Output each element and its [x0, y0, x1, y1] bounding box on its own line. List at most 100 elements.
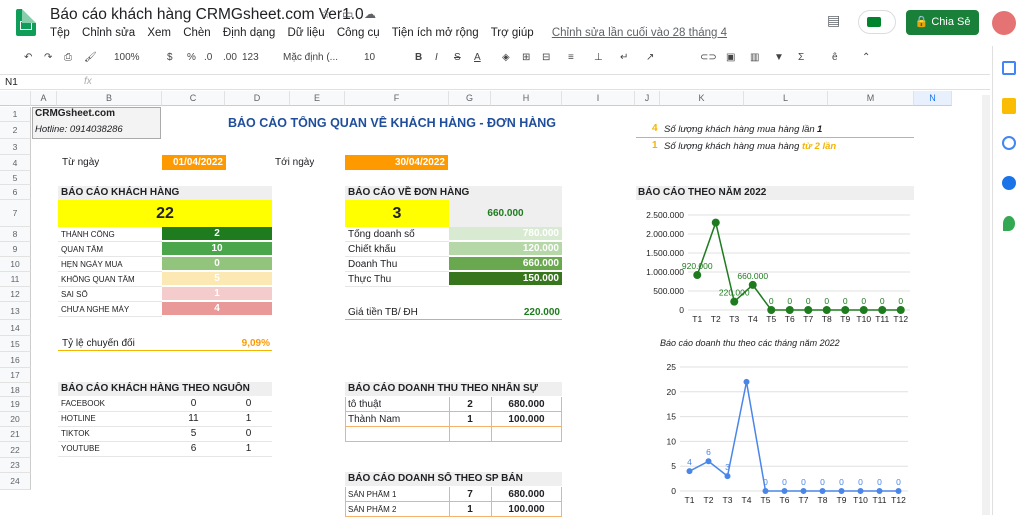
row-header[interactable]: 11 [0, 272, 31, 287]
meet-button[interactable] [858, 10, 896, 34]
data-point[interactable] [822, 306, 831, 314]
data-point[interactable] [800, 488, 807, 494]
data-point[interactable] [878, 306, 887, 314]
row-header[interactable]: 19 [0, 397, 31, 412]
data-point[interactable] [819, 488, 826, 494]
input-tools-icon[interactable]: ê [832, 52, 838, 63]
data-point[interactable] [686, 468, 693, 475]
from-date[interactable]: 01/04/2022 [162, 155, 226, 170]
rotate-icon[interactable]: ↗ [646, 52, 654, 63]
row-header[interactable]: 6 [0, 185, 31, 200]
name-box[interactable]: N1 [5, 77, 18, 88]
data-point[interactable] [804, 306, 813, 314]
last-edit-link[interactable]: Chỉnh sửa lần cuối vào 28 tháng 4 [552, 27, 727, 39]
monthly-orders-chart[interactable]: Báo cáo doanh thu theo các tháng năm 202… [636, 335, 916, 510]
cloud-icon[interactable]: ☁ [364, 7, 376, 21]
select-all-corner[interactable] [0, 91, 31, 106]
sheets-logo-icon[interactable] [16, 9, 36, 36]
year-revenue-chart[interactable]: 2.500.000 2.000.000 1.500.000 1.000.000 500.… [636, 200, 916, 330]
column-header[interactable]: N [914, 91, 952, 106]
currency-button[interactable]: $ [167, 52, 173, 63]
borders-icon[interactable]: ⊞ [522, 52, 530, 63]
menu-file[interactable]: Tệp [50, 27, 70, 39]
row-header[interactable]: 23 [0, 458, 31, 473]
data-point[interactable] [711, 218, 720, 227]
decrease-decimal-button[interactable]: .0 [204, 52, 212, 63]
menu-view[interactable]: Xem [147, 27, 171, 39]
strikethrough-icon[interactable]: S [454, 52, 461, 63]
row-header[interactable]: 3 [0, 139, 31, 155]
share-button[interactable]: 🔒 Chia Sẻ [906, 10, 979, 35]
column-header[interactable]: E [290, 91, 345, 106]
column-header[interactable]: M [828, 91, 914, 106]
row-header[interactable]: 17 [0, 368, 31, 383]
wrap-icon[interactable]: ↵ [620, 52, 628, 63]
row-header[interactable]: 1 [0, 107, 31, 122]
column-header[interactable]: C [162, 91, 225, 106]
row-header[interactable]: 9 [0, 242, 31, 257]
undo-icon[interactable]: ↶ [24, 52, 32, 63]
merge-icon[interactable]: ⊟ [542, 52, 550, 63]
data-point[interactable] [841, 306, 850, 314]
redo-icon[interactable]: ↷ [44, 52, 52, 63]
data-point[interactable] [693, 271, 702, 280]
row-header[interactable]: 8 [0, 227, 31, 242]
font-select[interactable]: Mặc định (... [283, 52, 338, 63]
row-header[interactable]: 22 [0, 442, 31, 458]
keep-icon[interactable] [1002, 98, 1016, 114]
menu-data[interactable]: Dữ liệu [288, 27, 325, 39]
comment-add-icon[interactable]: ▣ [726, 52, 735, 63]
percent-button[interactable]: % [187, 52, 196, 63]
menu-format[interactable]: Định dạng [223, 27, 275, 39]
column-header[interactable]: I [562, 91, 635, 106]
row-header[interactable]: 4 [0, 155, 31, 171]
column-header[interactable]: F [345, 91, 449, 106]
column-header[interactable]: G [449, 91, 491, 106]
star-icon[interactable]: ☆ [320, 7, 331, 21]
filter-icon[interactable]: ▼ [774, 52, 784, 63]
data-point[interactable] [724, 473, 731, 480]
document-title[interactable]: Báo cáo khách hàng CRMGsheet.com Ver1.0 [50, 6, 364, 24]
row-header[interactable]: 13 [0, 302, 31, 320]
row-header[interactable]: 5 [0, 171, 31, 185]
row-header[interactable]: 12 [0, 287, 31, 302]
functions-icon[interactable]: Σ [798, 52, 804, 63]
data-point[interactable] [785, 306, 794, 314]
valign-icon[interactable]: ⊥ [594, 52, 603, 63]
chart-icon[interactable]: ▥ [750, 52, 759, 63]
column-header[interactable]: D [225, 91, 290, 106]
menu-help[interactable]: Trợ giúp [491, 27, 534, 39]
data-point[interactable] [781, 488, 788, 494]
data-point[interactable] [876, 488, 883, 494]
font-size-select[interactable]: 10 [364, 52, 375, 63]
data-point[interactable] [895, 488, 902, 494]
row-header[interactable]: 7 [0, 200, 31, 227]
align-icon[interactable]: ≡ [568, 52, 574, 63]
zoom-select[interactable]: 100% [114, 52, 140, 63]
text-color-icon[interactable]: A [474, 52, 481, 63]
data-point[interactable] [705, 458, 712, 465]
maps-icon[interactable] [1003, 216, 1015, 231]
row-header[interactable]: 21 [0, 427, 31, 442]
tasks-icon[interactable] [1002, 136, 1016, 150]
menu-extensions[interactable]: Tiện ích mở rộng [392, 27, 479, 39]
data-point[interactable] [748, 280, 757, 289]
link-icon[interactable]: ⊂⊃ [700, 52, 717, 63]
to-date[interactable]: 30/04/2022 [345, 155, 448, 170]
folder-icon[interactable]: ▭ [342, 7, 353, 21]
row-header[interactable]: 10 [0, 257, 31, 272]
data-point[interactable] [859, 306, 868, 314]
contacts-icon[interactable] [1002, 176, 1016, 190]
column-header[interactable]: A [31, 91, 57, 106]
number-format-select[interactable]: 123 [242, 52, 259, 63]
column-header[interactable]: K [660, 91, 744, 106]
vertical-scrollbar[interactable] [982, 95, 990, 515]
column-header[interactable]: B [57, 91, 162, 106]
row-header[interactable]: 18 [0, 383, 31, 397]
column-header[interactable]: L [744, 91, 828, 106]
collapse-icon[interactable]: ⌃ [862, 52, 870, 63]
menu-tools[interactable]: Công cụ [337, 27, 380, 39]
data-point[interactable] [767, 306, 776, 314]
increase-decimal-button[interactable]: .00 [223, 52, 237, 63]
data-point[interactable] [730, 297, 739, 306]
